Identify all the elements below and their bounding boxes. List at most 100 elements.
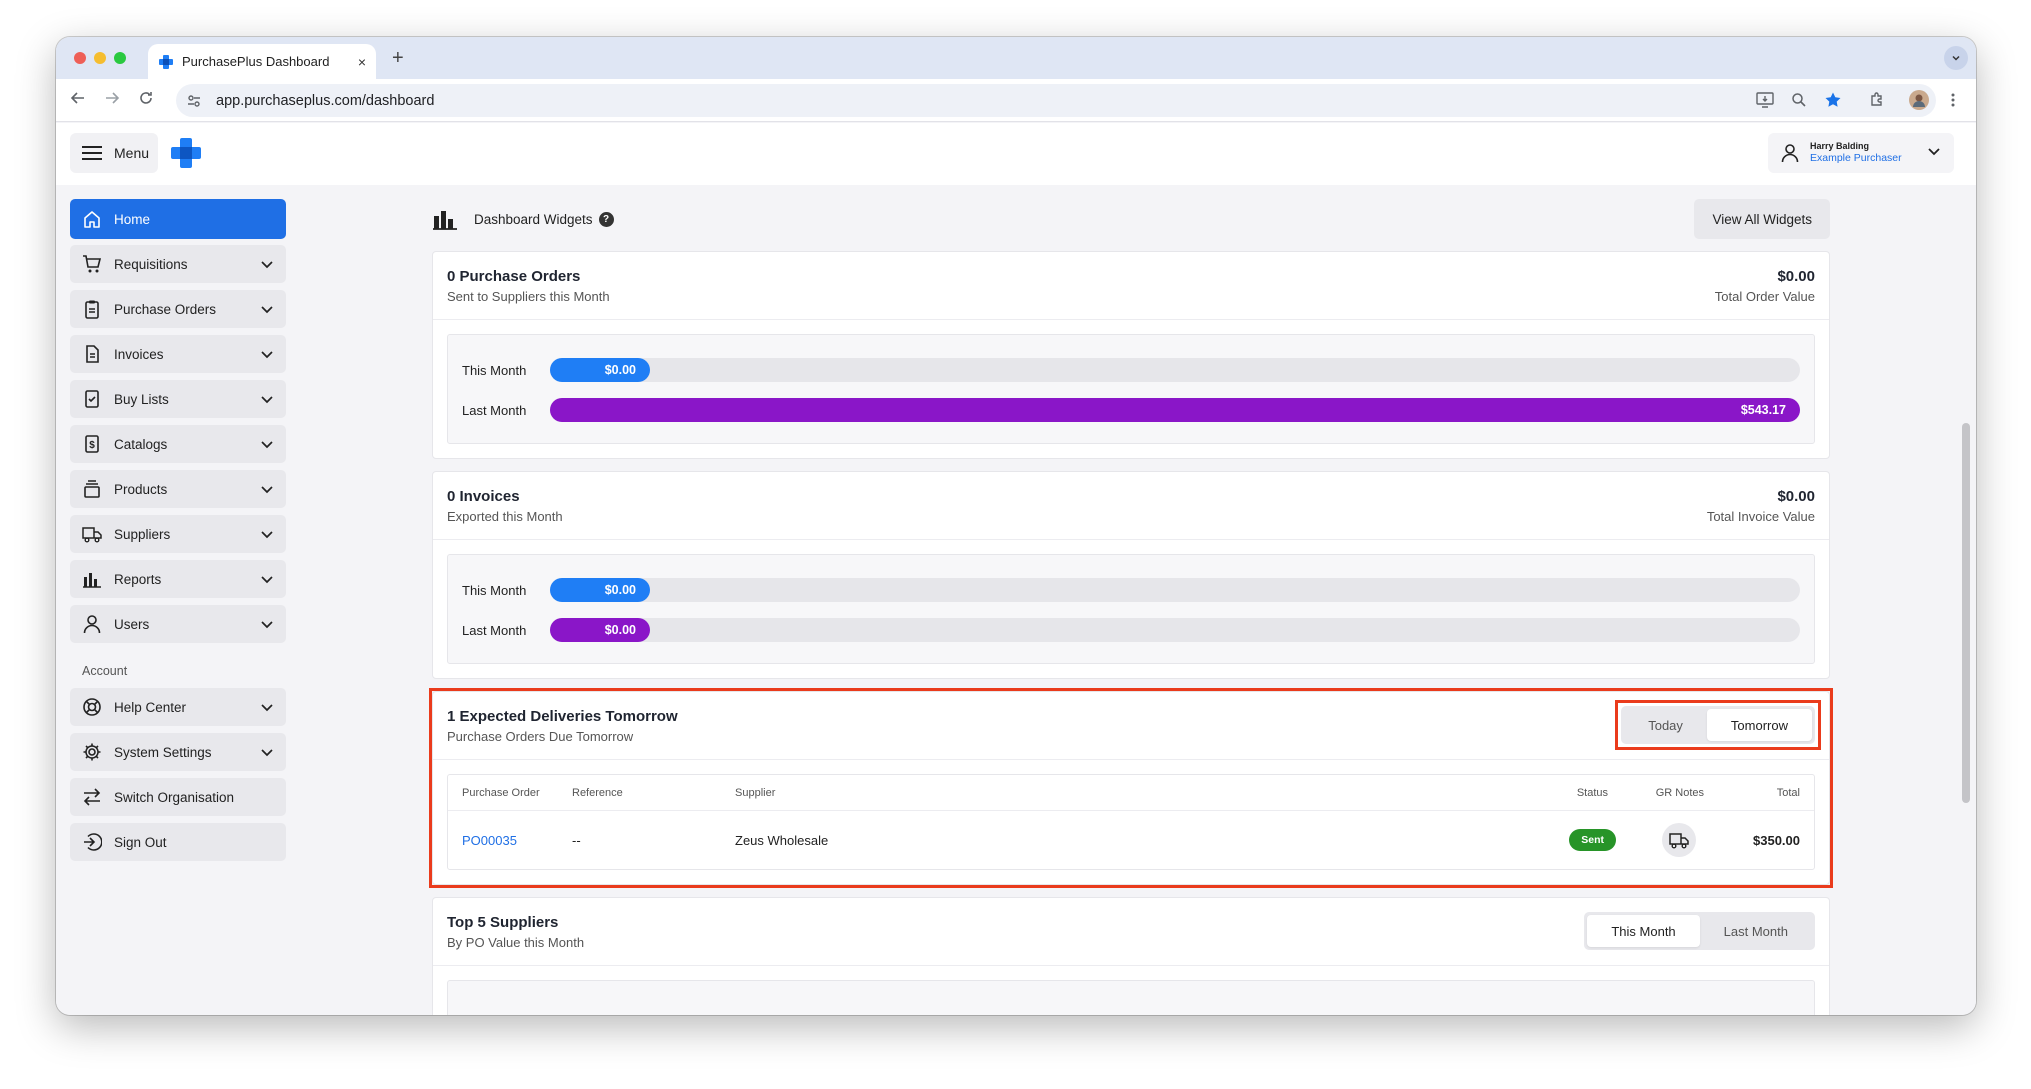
supplier-cell: Zeus Wholesale bbox=[735, 832, 829, 848]
close-window-button[interactable] bbox=[74, 52, 86, 64]
reload-icon[interactable] bbox=[138, 89, 154, 111]
user-organisation: Example Purchaser bbox=[1810, 152, 1902, 164]
menu-button[interactable]: Menu bbox=[70, 133, 158, 173]
browser-window: PurchasePlus Dashboard × + app.purchasep… bbox=[56, 37, 1976, 1015]
bar-label: Last Month bbox=[462, 402, 527, 418]
column-header-status: Status bbox=[1576, 786, 1608, 799]
url-text: app.purchaseplus.com/dashboard bbox=[216, 92, 435, 109]
sidebar-item-label: Requisitions bbox=[114, 256, 188, 272]
dashboard-main: Dashboard Widgets ? View All Widgets 0 P… bbox=[432, 199, 1830, 1015]
chevron-down-icon bbox=[261, 704, 273, 712]
total-cell: $350.00 bbox=[1753, 832, 1800, 848]
site-settings-icon[interactable] bbox=[186, 93, 202, 109]
sidebar-item-label: Sign Out bbox=[114, 834, 167, 850]
sidebar-item-suppliers[interactable]: Suppliers bbox=[70, 515, 286, 553]
sidebar-item-products[interactable]: Products bbox=[70, 470, 286, 508]
new-tab-button[interactable]: + bbox=[392, 47, 404, 70]
dashboard-widgets-title: Dashboard Widgets bbox=[474, 211, 593, 227]
tomorrow-toggle-option[interactable]: Tomorrow bbox=[1706, 709, 1812, 741]
profile-avatar-icon[interactable] bbox=[1908, 89, 1930, 111]
bar-track: $0.00 bbox=[550, 618, 1800, 642]
bar-track: $0.00 bbox=[550, 358, 1800, 382]
last-month-bar: $0.00 bbox=[550, 618, 650, 642]
chevron-down-icon bbox=[261, 396, 273, 404]
sidebar-item-reports[interactable]: Reports bbox=[70, 560, 286, 598]
sidebar-item-label: Home bbox=[114, 211, 151, 227]
sidebar-item-requisitions[interactable]: Requisitions bbox=[70, 245, 286, 283]
sidebar-item-purchase-orders[interactable]: Purchase Orders bbox=[70, 290, 286, 328]
sidebar-item-invoices[interactable]: Invoices bbox=[70, 335, 286, 373]
browser-tab[interactable]: PurchasePlus Dashboard × bbox=[148, 44, 376, 79]
browser-tab-strip: PurchasePlus Dashboard × + bbox=[56, 37, 1976, 79]
sidebar-item-label: Products bbox=[114, 481, 168, 497]
purchase-order-link[interactable]: PO00035 bbox=[462, 833, 517, 848]
bar-label: This Month bbox=[462, 582, 527, 598]
sidebar-item-sign-out[interactable]: Sign Out bbox=[70, 823, 286, 861]
bookmark-star-icon[interactable] bbox=[1822, 89, 1844, 111]
widget-title: 1 Expected Deliveries Tomorrow bbox=[447, 708, 678, 725]
lifebuoy-icon bbox=[82, 697, 102, 717]
sidebar-item-help-center[interactable]: Help Center bbox=[70, 688, 286, 726]
sidebar-item-catalogs[interactable]: $ Catalogs bbox=[70, 425, 286, 463]
view-all-widgets-button[interactable]: View All Widgets bbox=[1694, 199, 1830, 239]
suppliers-chart-area bbox=[447, 980, 1815, 1015]
sidebar-item-system-settings[interactable]: System Settings bbox=[70, 733, 286, 771]
app-header: Menu Harry Balding Example Purchaser bbox=[56, 123, 1976, 185]
switch-arrows-icon bbox=[82, 787, 102, 807]
tab-close-icon[interactable]: × bbox=[358, 54, 366, 70]
sidebar-item-users[interactable]: Users bbox=[70, 605, 286, 643]
user-icon bbox=[82, 614, 102, 634]
install-app-icon[interactable] bbox=[1754, 89, 1776, 111]
day-toggle: Today Tomorrow bbox=[1621, 706, 1815, 744]
this-month-bar-row: This Month $0.00 bbox=[462, 577, 1800, 603]
clipboard-icon bbox=[82, 299, 102, 319]
browser-menu-icon[interactable] bbox=[1942, 89, 1964, 111]
user-menu-button[interactable]: Harry Balding Example Purchaser bbox=[1768, 133, 1954, 173]
sidebar-item-home[interactable]: Home bbox=[70, 199, 286, 239]
address-bar[interactable]: app.purchaseplus.com/dashboard bbox=[176, 84, 1936, 117]
today-toggle-option[interactable]: Today bbox=[1624, 709, 1707, 741]
reference-cell: -- bbox=[572, 832, 581, 848]
last-month-bar-row: Last Month $543.17 bbox=[462, 397, 1800, 423]
expected-deliveries-widget: 1 Expected Deliveries Tomorrow Purchase … bbox=[432, 691, 1830, 885]
sidebar-item-buy-lists[interactable]: Buy Lists bbox=[70, 380, 286, 418]
tab-search-icon[interactable] bbox=[1944, 46, 1968, 70]
app-content: Menu Harry Balding Example Purchaser Hom… bbox=[56, 123, 1976, 1015]
column-header-reference: Reference bbox=[572, 786, 623, 799]
sidebar-item-label: Users bbox=[114, 616, 150, 632]
chevron-down-icon bbox=[261, 351, 273, 359]
page-scrollbar[interactable] bbox=[1962, 423, 1970, 803]
purchaseplus-logo[interactable] bbox=[170, 137, 202, 169]
table-header: Purchase Order Reference Supplier Status… bbox=[448, 775, 1814, 811]
back-icon[interactable] bbox=[70, 89, 86, 111]
truck-icon bbox=[82, 524, 102, 544]
cart-icon bbox=[82, 254, 102, 274]
extensions-icon[interactable] bbox=[1866, 89, 1888, 111]
sidebar: Home Requisitions Purchase Orders Invoic… bbox=[70, 199, 286, 868]
minimize-window-button[interactable] bbox=[94, 52, 106, 64]
widget-subtitle: Sent to Suppliers this Month bbox=[447, 289, 610, 304]
zoom-icon[interactable] bbox=[1788, 89, 1810, 111]
this-month-toggle-option[interactable]: This Month bbox=[1587, 915, 1700, 947]
chevron-down-icon bbox=[261, 306, 273, 314]
sidebar-item-label: System Settings bbox=[114, 744, 212, 760]
maximize-window-button[interactable] bbox=[114, 52, 126, 64]
tab-title: PurchasePlus Dashboard bbox=[182, 54, 330, 69]
widget-title: 0 Invoices bbox=[447, 488, 520, 505]
column-header-total: Total bbox=[1776, 786, 1800, 799]
gr-notes-button[interactable] bbox=[1662, 823, 1696, 857]
comparison-bars: This Month $0.00 Last Month $543.17 bbox=[447, 334, 1815, 444]
forward-icon[interactable] bbox=[104, 89, 120, 111]
account-section-heading: Account bbox=[82, 664, 128, 678]
sign-out-icon bbox=[82, 832, 102, 852]
chevron-down-icon bbox=[261, 531, 273, 539]
browser-toolbar: app.purchaseplus.com/dashboard bbox=[56, 79, 1976, 122]
total-order-value: $0.00 bbox=[1777, 268, 1815, 285]
help-icon[interactable]: ? bbox=[598, 211, 614, 227]
purchaseplus-favicon bbox=[159, 54, 173, 69]
status-badge: Sent bbox=[1569, 829, 1616, 851]
sidebar-item-switch-organisation[interactable]: Switch Organisation bbox=[70, 778, 286, 816]
chevron-down-icon bbox=[261, 486, 273, 494]
total-invoice-value: $0.00 bbox=[1777, 488, 1815, 505]
last-month-toggle-option[interactable]: Last Month bbox=[1700, 915, 1812, 947]
